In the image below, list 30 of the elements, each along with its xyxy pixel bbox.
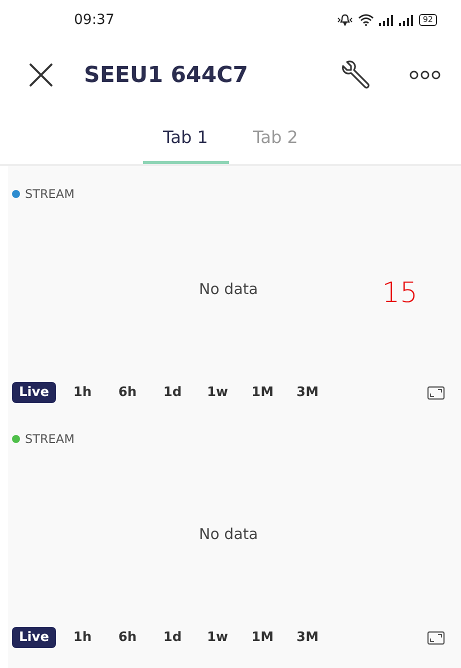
device-title: SEEU1 644C7 bbox=[84, 62, 250, 88]
expand-button[interactable] bbox=[427, 386, 445, 400]
more-button[interactable] bbox=[409, 70, 441, 80]
battery-indicator: 92 bbox=[418, 14, 437, 26]
time-range-button[interactable]: 1w bbox=[199, 627, 236, 648]
time-range-button[interactable]: 1w bbox=[199, 382, 236, 403]
time-range-button[interactable]: 1M bbox=[244, 382, 282, 403]
time-range-button[interactable]: 6h bbox=[109, 382, 146, 403]
time-range-button[interactable]: 1d bbox=[154, 382, 192, 403]
close-button[interactable] bbox=[28, 62, 54, 88]
legend-label: STREAM bbox=[25, 187, 74, 201]
no-data-message: No data bbox=[199, 524, 258, 542]
expand-button[interactable] bbox=[427, 630, 445, 644]
time-range-button[interactable]: 1h bbox=[64, 627, 102, 648]
time-range-button[interactable]: 3M bbox=[289, 627, 326, 648]
time-range-button[interactable]: 1d bbox=[154, 627, 192, 648]
wifi-icon bbox=[358, 14, 374, 26]
time-range-button[interactable]: 1M bbox=[244, 627, 282, 648]
time-range-button[interactable]: 3M bbox=[289, 382, 326, 403]
time-range-button[interactable]: Live bbox=[12, 627, 56, 648]
overlay-number: 15 bbox=[382, 276, 418, 309]
status-time: 09:37 bbox=[74, 12, 114, 28]
time-range-button[interactable]: Live bbox=[12, 382, 56, 403]
time-range-button[interactable]: 1h bbox=[64, 382, 102, 403]
time-range-button[interactable]: 6h bbox=[109, 627, 146, 648]
mute-icon bbox=[336, 14, 353, 26]
signal-icon bbox=[378, 14, 394, 26]
legend-label: STREAM bbox=[25, 432, 74, 446]
no-data-message: No data bbox=[199, 280, 258, 298]
signal-icon bbox=[398, 14, 414, 26]
